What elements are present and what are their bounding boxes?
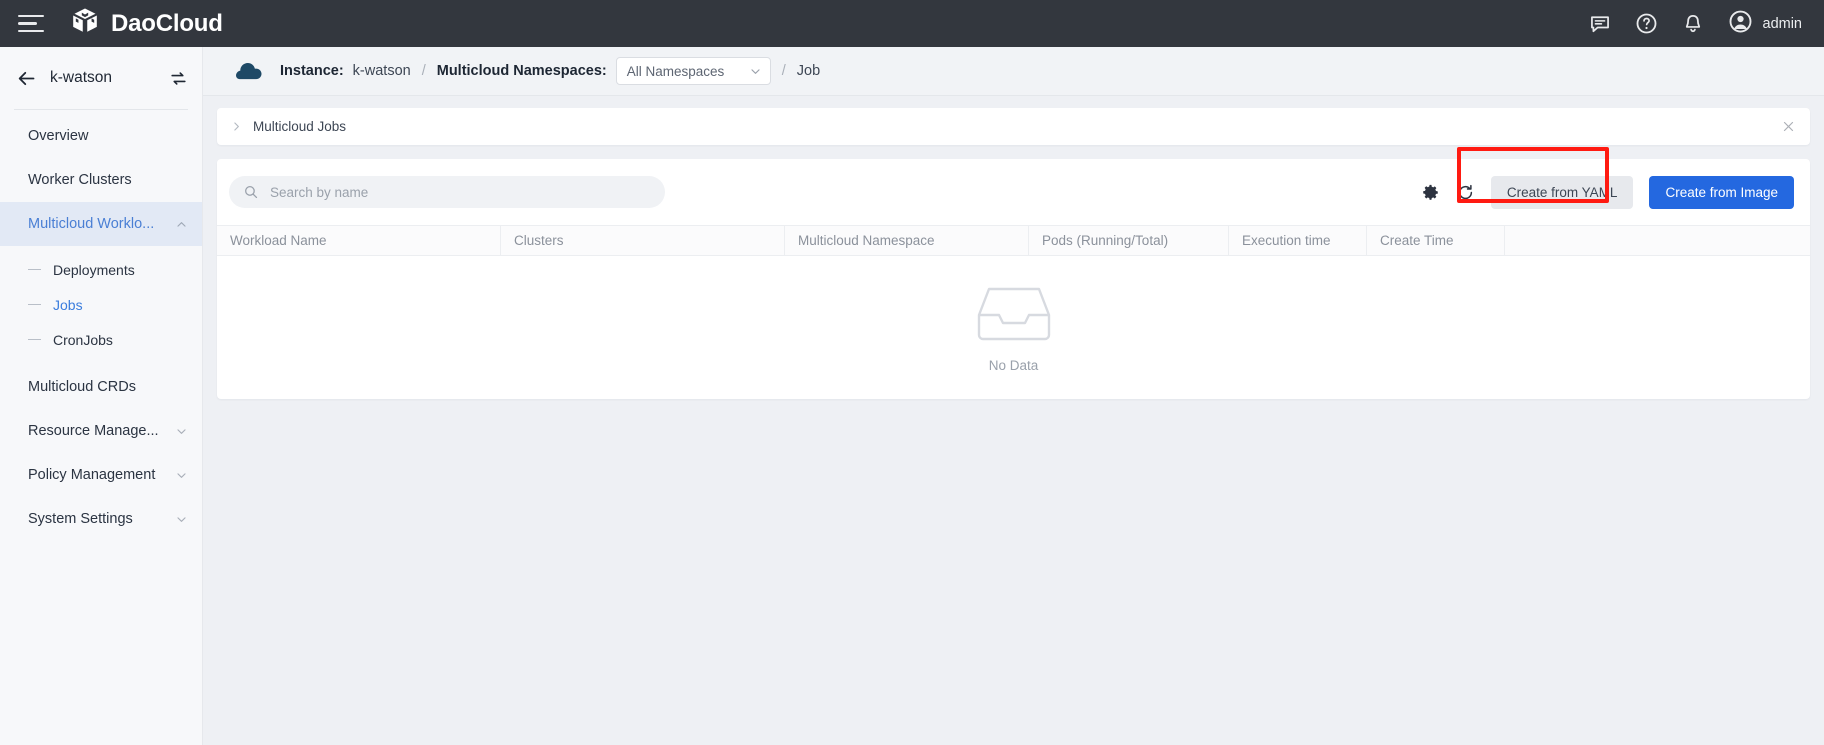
sidebar-subitem-label: Deployments (53, 261, 135, 278)
column-header-pods: Pods (Running/Total) (1029, 226, 1229, 255)
sidebar-item-label: Overview (28, 128, 89, 144)
user-name-label: admin (1762, 15, 1803, 32)
breadcrumb: Instance: k-watson / Multicloud Namespac… (203, 47, 1824, 96)
search-input[interactable] (268, 183, 651, 201)
chevron-down-icon (175, 513, 188, 526)
namespace-select-value: All Namespaces (626, 63, 725, 79)
header-actions: admin (1589, 9, 1803, 39)
close-icon[interactable] (1781, 119, 1796, 134)
sidebar-cluster-name: k-watson (50, 69, 113, 86)
column-header-create-time: Create Time (1367, 226, 1505, 255)
chevron-right-icon[interactable] (230, 120, 243, 133)
table-toolbar: Create from YAML Create from Image (217, 159, 1810, 225)
create-from-yaml-button[interactable]: Create from YAML (1490, 175, 1634, 209)
notification-bell-icon[interactable] (1682, 13, 1704, 35)
column-header-multicloud-namespace: Multicloud Namespace (785, 226, 1029, 255)
sidebar: k-watson Overview Worker Clusters Multic… (0, 47, 203, 745)
empty-state-label: No Data (988, 358, 1039, 373)
daocloud-cube-logo-icon (70, 6, 100, 41)
sidebar-item-multicloud-workloads[interactable]: Multicloud Worklo... (0, 202, 202, 246)
sidebar-subitem-label: CronJobs (53, 331, 113, 348)
empty-state: No Data (217, 256, 1810, 398)
chat-icon[interactable] (1589, 13, 1611, 35)
instance-label: Instance: (280, 63, 344, 79)
column-header-clusters: Clusters (501, 226, 785, 255)
sidebar-item-label: Multicloud Worklo... (28, 216, 155, 232)
bullet-dash-icon (28, 268, 41, 271)
sidebar-item-worker-clusters[interactable]: Worker Clusters (0, 158, 202, 202)
bullet-dash-icon (28, 303, 41, 306)
sidebar-item-label: Worker Clusters (28, 172, 132, 188)
sidebar-item-deployments[interactable]: Deployments (0, 252, 202, 287)
sidebar-item-system-settings[interactable]: System Settings (0, 497, 202, 541)
main-content: Instance: k-watson / Multicloud Namespac… (203, 47, 1824, 745)
user-menu[interactable]: admin (1728, 9, 1803, 39)
bullet-dash-icon (28, 338, 41, 341)
column-header-workload-name: Workload Name (217, 226, 501, 255)
breadcrumb-page: Job (796, 63, 821, 79)
sidebar-item-cronjobs[interactable]: CronJobs (0, 322, 202, 357)
sidebar-item-overview[interactable]: Overview (0, 114, 202, 158)
sidebar-item-label: System Settings (28, 511, 133, 527)
top-header-bar: DaoCloud admin (0, 0, 1824, 47)
chevron-down-icon (175, 425, 188, 438)
empty-inbox-icon (975, 281, 1053, 348)
sidebar-item-label: Multicloud CRDs (28, 379, 136, 395)
sidebar-item-label: Policy Management (28, 467, 156, 483)
sidebar-item-resource-management[interactable]: Resource Manage... (0, 409, 202, 453)
namespaces-label: Multicloud Namespaces: (436, 63, 607, 79)
user-avatar-icon (1728, 9, 1753, 39)
sidebar-item-label: Resource Manage... (28, 423, 159, 439)
create-from-image-button[interactable]: Create from Image (1649, 175, 1794, 209)
jobs-panel: Create from YAML Create from Image Workl… (217, 147, 1810, 399)
search-box[interactable] (229, 176, 665, 208)
gear-icon[interactable] (1421, 183, 1440, 202)
back-arrow-icon[interactable] (16, 68, 37, 89)
refresh-icon[interactable] (1456, 183, 1475, 202)
sidebar-subitem-label: Jobs (53, 296, 83, 313)
brand-title: DaoCloud (111, 9, 223, 37)
search-icon (243, 184, 259, 200)
breadcrumb-separator: / (781, 63, 786, 79)
table-header-row: Workload Name Clusters Multicloud Namesp… (217, 225, 1810, 256)
toolbar-actions: Create from YAML Create from Image (1421, 175, 1794, 209)
tab-label: Multicloud Jobs (253, 119, 347, 134)
hamburger-menu-icon[interactable] (18, 14, 44, 33)
help-icon[interactable] (1635, 12, 1658, 35)
tab-multicloud-jobs[interactable]: Multicloud Jobs (217, 108, 1810, 145)
switch-cluster-icon[interactable] (169, 69, 188, 88)
sidebar-cluster-header: k-watson (0, 47, 202, 109)
cloud-icon (234, 59, 265, 83)
breadcrumb-separator: / (421, 63, 426, 79)
sidebar-item-multicloud-crds[interactable]: Multicloud CRDs (0, 365, 202, 409)
sidebar-nav: Overview Worker Clusters Multicloud Work… (0, 110, 202, 541)
column-header-actions (1505, 226, 1810, 255)
chevron-down-icon (175, 469, 188, 482)
column-header-execution-time: Execution time (1229, 226, 1367, 255)
sidebar-item-jobs[interactable]: Jobs (0, 287, 202, 322)
sidebar-item-policy-management[interactable]: Policy Management (0, 453, 202, 497)
brand: DaoCloud (70, 6, 223, 41)
chevron-up-icon (175, 218, 188, 231)
instance-value[interactable]: k-watson (353, 63, 411, 79)
chevron-down-icon (749, 65, 762, 78)
namespace-select[interactable]: All Namespaces (615, 57, 771, 85)
